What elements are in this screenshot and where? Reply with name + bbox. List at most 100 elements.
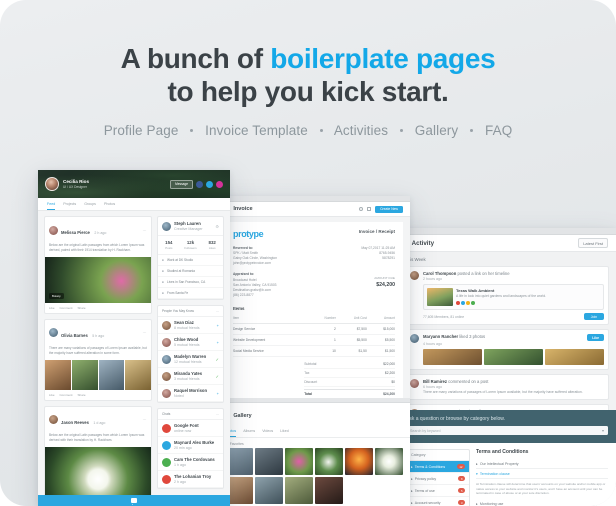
settings-icon[interactable] (358, 206, 364, 212)
gallery-photo[interactable] (285, 447, 313, 475)
gallery-photo-empty[interactable] (345, 476, 373, 504)
post-photo[interactable] (45, 359, 71, 390)
facebook-icon[interactable] (196, 180, 203, 188)
faq-question[interactable]: ▸ Monitoring use (476, 500, 608, 506)
activity-item[interactable]: Bill Ramirez commented on a post 6 hours… (405, 374, 609, 400)
twitter-icon[interactable] (206, 180, 213, 188)
post-photo[interactable] (71, 359, 98, 390)
faq-category-item-terms[interactable]: ▸ Terms & Conditions 12 (407, 461, 469, 473)
post-comment-action[interactable]: Comment (60, 393, 73, 397)
gallery-photo[interactable] (255, 447, 283, 475)
profile-mockup[interactable]: Cecilia Rios UI / UX Designer Message Fe… (38, 170, 230, 506)
faq-category-item-terms-of-use[interactable]: ▸ Terms of use 5 (407, 485, 469, 497)
more-options-icon[interactable]: ⋯ (143, 228, 148, 233)
suggestion-item[interactable]: Chloe Wood 5 mutual friends + (158, 334, 223, 351)
suggestions-card[interactable]: People You May Know ⋯ Sean Diaz 8 mutual… (157, 305, 224, 403)
side-profile-card[interactable]: Steph Lauren Creative Manager ⚙ 154 Post… (157, 216, 224, 300)
avatar (410, 271, 419, 280)
activity-item[interactable]: Maryann Rancher liked 3 photos Like 4 ho… (405, 329, 609, 370)
faq-category-item-privacy[interactable]: ▸ Privacy policy 8 (407, 473, 469, 485)
profile-detail-work: ■ Work at DK Studio (158, 255, 223, 266)
faq-category-item-account-security[interactable]: ▸ Account security 3 (407, 497, 469, 506)
add-friend-icon[interactable]: + (217, 340, 219, 345)
post-actions[interactable]: Like Comment Share (45, 303, 151, 313)
post-share-action[interactable]: Share (78, 393, 86, 397)
message-item[interactable]: Maynard Alex Burke 20 min ago (158, 437, 223, 454)
post-like-action[interactable]: Like (49, 306, 55, 310)
activity-photo[interactable] (545, 349, 604, 365)
add-friend-icon[interactable]: + (217, 391, 219, 396)
chevron-down-icon[interactable]: ▾ (602, 428, 604, 433)
post-share-action[interactable]: Share (78, 306, 86, 310)
post-photo[interactable] (125, 359, 151, 390)
activity-link-card[interactable]: Texas Walk Ambient A life in look into q… (423, 284, 604, 310)
tab-albums[interactable]: Albums (243, 429, 255, 437)
feed-post[interactable]: Melissa Pierce 2 h ago ⋯ Below are the o… (44, 216, 152, 314)
instagram-icon[interactable] (216, 180, 223, 188)
message-item[interactable]: The Lohanian Troy 2 h ago (158, 471, 223, 488)
activity-photo[interactable] (423, 349, 482, 365)
friend-added-icon[interactable]: ✓ (216, 374, 219, 379)
feed-post[interactable]: Olivia Barnes 5 h ago ⋯ There are many v… (44, 318, 152, 401)
post-photo[interactable] (98, 359, 125, 390)
suggestion-item[interactable]: Madelyn Warren 12 mutual friends ✓ (158, 351, 223, 368)
profile-actions[interactable]: Message (170, 179, 223, 189)
suggestion-item[interactable]: Sean Diaz 8 mutual friends + (158, 317, 223, 334)
suggestion-item[interactable]: Raquel Morrison Noted + (158, 385, 223, 402)
post-actions[interactable]: Like Comment Share (45, 390, 151, 400)
activity-filter-button[interactable]: Latest First (578, 238, 608, 248)
post-like-action[interactable]: Like (49, 393, 55, 397)
gallery-photo[interactable] (315, 476, 343, 504)
more-options-icon[interactable]: ⋯ (143, 330, 148, 335)
post-text: Below are the original Latin passages fr… (49, 432, 145, 442)
faq-search-input[interactable]: Search by keyword ▾ (406, 426, 608, 435)
gallery-mockup[interactable]: › Gallery Photos Albums Videos Liked All… (218, 398, 410, 506)
gallery-photo[interactable] (345, 447, 373, 475)
tab-videos[interactable]: Videos (262, 429, 273, 437)
faq-question-open[interactable]: ▾ Termination clause (476, 469, 608, 479)
post-comment-action[interactable]: Comment (60, 306, 73, 310)
more-options-icon[interactable]: ⋯ (216, 309, 219, 313)
faq-mockup[interactable]: Ask a question or browse by category bel… (398, 410, 616, 506)
gallery-grid-row[interactable] (218, 476, 410, 504)
gallery-tabs[interactable]: Photos Albums Videos Liked (218, 425, 410, 438)
profile-tabs[interactable]: Feed Projects Groups Photos (38, 198, 230, 211)
activity-photo[interactable] (484, 349, 543, 365)
more-options-icon[interactable]: ⋯ (143, 417, 148, 422)
tab-liked[interactable]: Liked (280, 429, 289, 437)
gallery-photo-empty[interactable] (375, 476, 403, 504)
message-button[interactable]: Message (170, 179, 193, 189)
post-image[interactable]: Botany (45, 256, 151, 303)
gear-icon[interactable]: ⚙ (215, 224, 219, 229)
more-options-icon[interactable]: ⋯ (216, 412, 219, 416)
add-friend-icon[interactable]: + (217, 323, 219, 328)
gallery-photo[interactable] (315, 447, 343, 475)
activity-item[interactable]: Carol Thompson posted a link on her time… (405, 266, 609, 325)
message-item[interactable]: Cam The Cordovans 1 h ago (158, 454, 223, 471)
tab-projects[interactable]: Projects (63, 202, 76, 210)
activity-photo-row[interactable] (423, 349, 604, 365)
suggestion-item[interactable]: Miranda Yates 3 mutual friends ✓ (158, 368, 223, 385)
gallery-photo[interactable] (285, 476, 313, 504)
gallery-grid-row[interactable] (218, 447, 410, 475)
faq-category-list[interactable]: Category ▸ Terms & Conditions 12 ▸ Priva… (406, 449, 470, 506)
friend-added-icon[interactable]: ✓ (216, 357, 219, 362)
tab-feed[interactable]: Feed (47, 202, 56, 210)
join-button[interactable]: Join (583, 313, 604, 320)
like-button[interactable]: Like (587, 334, 604, 341)
create-invoice-button[interactable]: Create New (375, 205, 403, 213)
faq-question[interactable]: ▸ Our Intellectual Property (476, 459, 608, 469)
messages-card[interactable]: Chats ⋯ Google Font online now Maynard A… (157, 408, 224, 489)
activity-faq-mockup[interactable]: › Activity Latest First This Week Carol … (398, 228, 616, 506)
gallery-photo[interactable] (255, 476, 283, 504)
gallery-photo[interactable] (375, 447, 403, 475)
chat-launcher-bar[interactable] (38, 495, 230, 506)
feed-post[interactable]: Jason Reeves 1 d ago ⋯ Below are the ori… (44, 405, 152, 506)
print-icon[interactable] (367, 206, 372, 212)
tab-groups[interactable]: Groups (84, 202, 96, 210)
avatar[interactable] (45, 177, 59, 191)
tab-photos[interactable]: Photos (104, 202, 115, 210)
post-tag-button[interactable]: Botany (49, 292, 64, 299)
invoice-gallery-mockup[interactable]: › Invoice Create New protype Invoice / R… (218, 196, 410, 506)
message-item[interactable]: Google Font online now (158, 420, 223, 437)
